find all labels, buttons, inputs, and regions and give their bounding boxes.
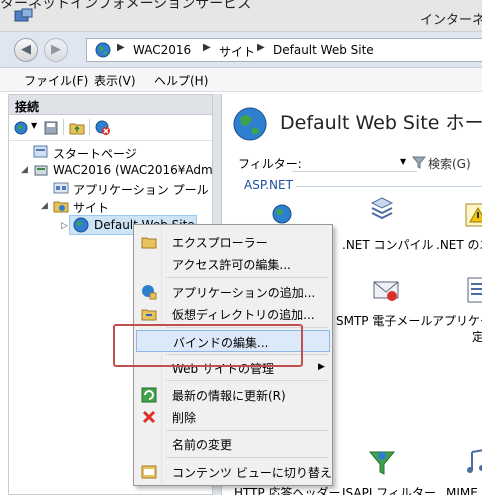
window-title-right: インターネ (420, 13, 482, 28)
globe-icon (233, 107, 267, 141)
breadcrumb-default-site[interactable]: Default Web Site (273, 43, 374, 57)
add-application-icon (142, 285, 157, 300)
menu-switch-content-view[interactable]: コンテンツ ビューに切り替え (136, 461, 332, 483)
globe-icon (73, 217, 89, 233)
menu-help[interactable]: ヘルプ(H) (154, 72, 208, 89)
explore-folder-icon (141, 237, 157, 249)
connections-toolbar: ▼ (9, 115, 212, 141)
menu-add-virtual-directory[interactable]: 仮想ディレクトリの追加... (136, 303, 330, 325)
tree-start-page[interactable]: スタートページ (53, 145, 137, 162)
menu-explore[interactable]: エクスプローラー (136, 231, 330, 253)
dropdown-arrow-icon[interactable]: ▼ (400, 157, 406, 166)
smtp-icon[interactable] (370, 274, 402, 306)
menu-separator (166, 430, 328, 431)
delete-x-icon (142, 410, 156, 424)
connections-title: 接続 (15, 100, 40, 114)
start-page-icon (33, 145, 48, 158)
folder-up-icon[interactable] (69, 120, 85, 136)
mime-icon[interactable] (462, 446, 482, 478)
breadcrumb-sites[interactable]: サイト (219, 43, 255, 60)
menu-remove[interactable]: 削除 (136, 406, 330, 428)
chevron-right-icon: ▶ (117, 42, 125, 53)
iis-app-icon (14, 8, 33, 22)
submenu-arrow-icon: ▶ (318, 362, 325, 372)
menu-separator (166, 457, 328, 458)
connect-icon[interactable] (13, 120, 29, 136)
dropdown-arrow-icon[interactable]: ▼ (31, 121, 37, 130)
toolbar-divider (89, 119, 90, 135)
feature-app-settings[interactable]: アプリケー (432, 312, 482, 329)
search-button[interactable]: 検索(G) (428, 155, 471, 172)
tree-app-pools[interactable]: アプリケーション プール (73, 181, 209, 198)
feature-net-error[interactable]: .NET のエ (436, 236, 482, 253)
collapse-icon[interactable]: ▷ (61, 221, 68, 231)
menu-rename[interactable]: 名前の変更 (136, 433, 330, 455)
app-settings-icon[interactable] (462, 274, 482, 306)
menu-refresh[interactable]: 最新の情報に更新(R) (136, 384, 330, 406)
connections-header: 接続 (9, 95, 212, 115)
filter-input[interactable] (292, 152, 417, 172)
back-button[interactable]: ◀ (14, 38, 38, 62)
filter-row: フィルター: ▼ 検索(G) (232, 152, 482, 174)
highlight-annotation (113, 324, 303, 367)
expand-icon[interactable]: ◢ (21, 165, 28, 175)
filter-funnel-icon[interactable] (412, 155, 426, 169)
server-icon (34, 165, 48, 176)
toolbar-divider (63, 119, 64, 135)
page-title: Default Web Site ホーム (280, 112, 482, 134)
menu-bar: ファイル(F) 表示(V) ヘルプ(H) (0, 68, 482, 92)
breadcrumb-server[interactable]: WAC2016 (133, 43, 191, 57)
breadcrumb[interactable]: ▶ WAC2016 ▶ サイト ▶ Default Web Site (86, 38, 482, 62)
virtual-directory-icon (141, 309, 157, 321)
feature-smtp[interactable]: SMTP 電子メール (336, 312, 432, 329)
tree-server[interactable]: WAC2016 (WAC2016¥Adm (53, 163, 213, 177)
app-pool-icon (53, 182, 69, 194)
feature-isapi[interactable]: ISAPI フィルター (342, 484, 436, 495)
menu-file[interactable]: ファイル(F) (24, 72, 88, 89)
content-view-icon (141, 465, 157, 479)
globe-icon (95, 42, 111, 58)
chevron-right-icon: ▶ (257, 42, 265, 53)
menu-separator (166, 277, 328, 278)
isapi-filter-icon[interactable] (366, 446, 398, 478)
window-titlebar: ターネットインフォメーションサービス インターネ (0, 0, 482, 32)
group-aspnet: ASP.NET (244, 178, 293, 192)
disconnect-icon[interactable] (95, 120, 111, 136)
menu-separator (166, 380, 328, 381)
feature-app-settings-line2[interactable]: 定 (472, 328, 482, 345)
menu-view[interactable]: 表示(V) (94, 72, 136, 89)
chevron-right-icon: ▶ (203, 42, 211, 53)
menu-add-application[interactable]: アプリケーションの追加... (136, 281, 330, 303)
refresh-icon (141, 387, 157, 403)
menu-edit-permissions[interactable]: アクセス許可の編集... (136, 253, 330, 275)
feature-mime[interactable]: MIME の (446, 484, 482, 495)
save-icon[interactable] (43, 120, 59, 136)
feature-net-compile[interactable]: .NET コンパイル (342, 236, 434, 253)
group-divider (296, 186, 482, 187)
forward-button[interactable]: ▶ (44, 38, 68, 62)
tree-sites[interactable]: サイト (73, 199, 109, 216)
net-error-icon[interactable] (462, 200, 482, 232)
sites-folder-icon (53, 201, 69, 213)
address-bar: ◀ ▶ ▶ WAC2016 ▶ サイト ▶ Default Web Site (0, 32, 482, 68)
expand-icon[interactable]: ◢ (41, 201, 48, 211)
net-compile-icon[interactable] (366, 194, 398, 226)
window-title: ターネットインフォメーションサービス (0, 0, 252, 12)
